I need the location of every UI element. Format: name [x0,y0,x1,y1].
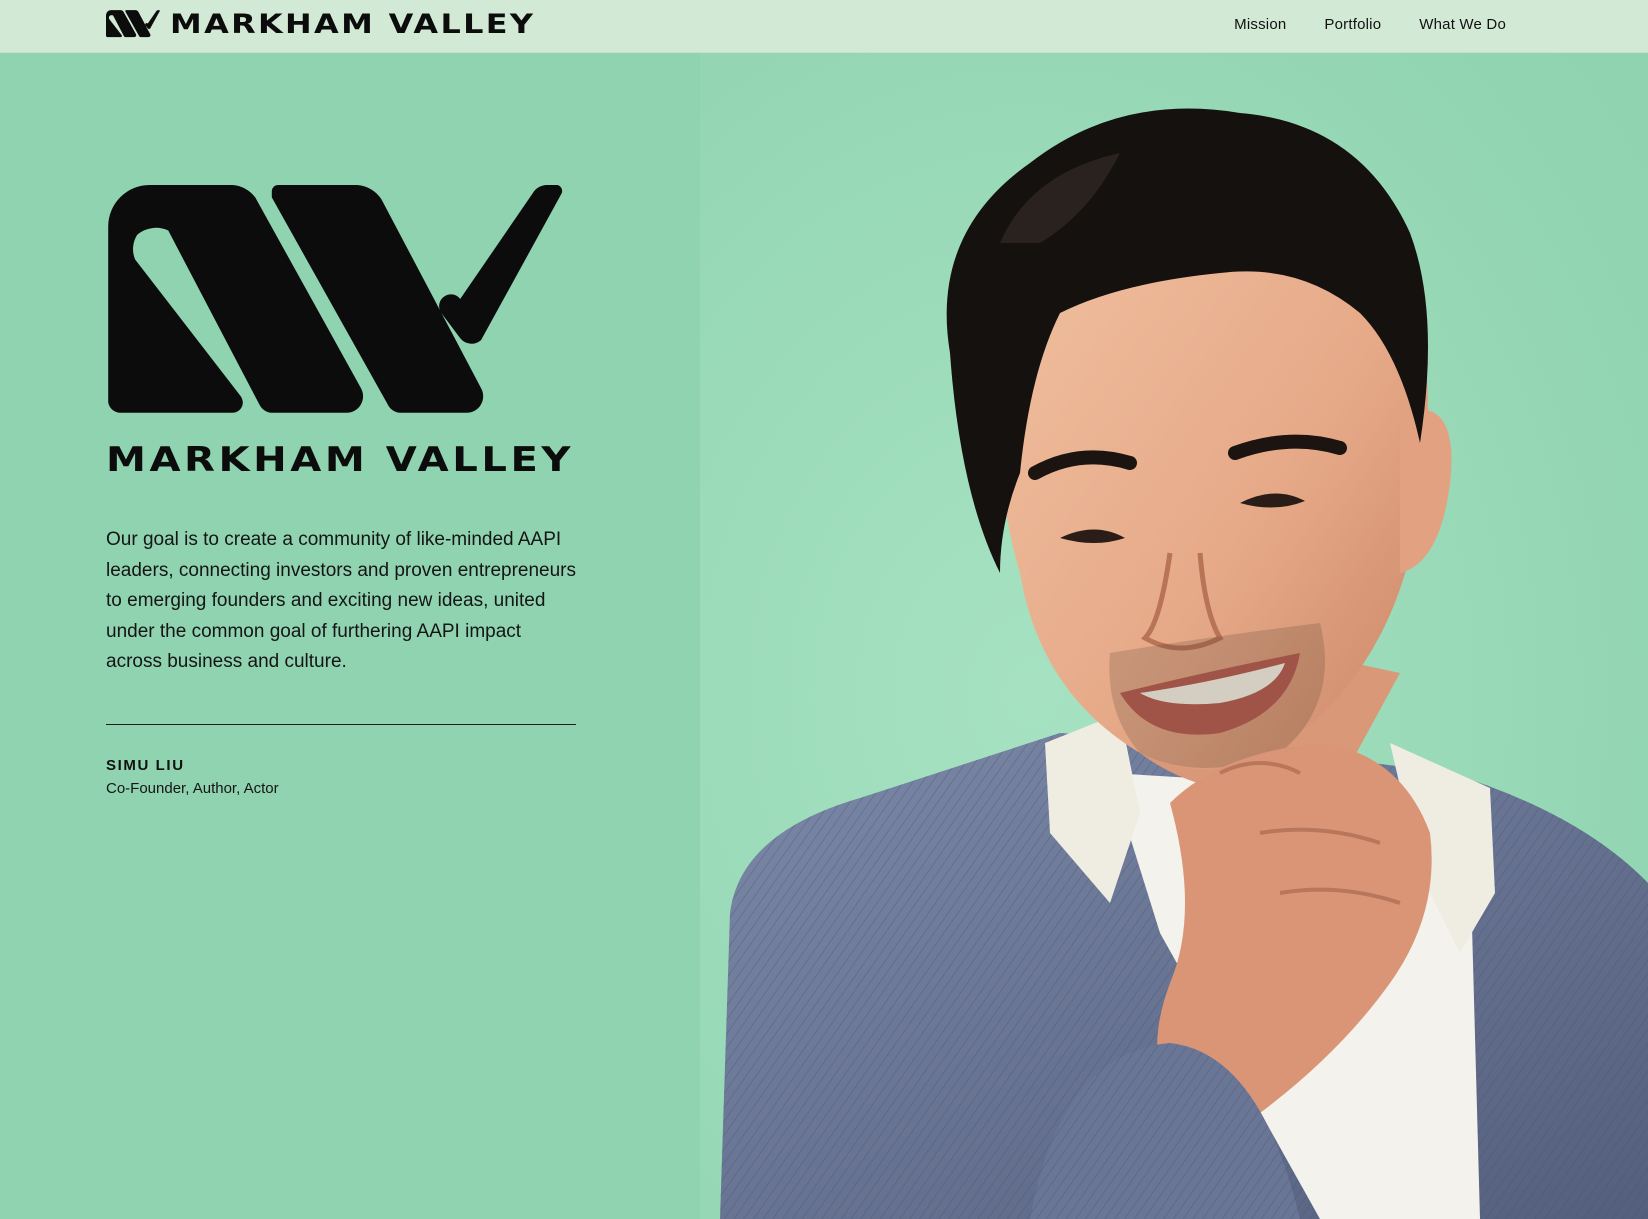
brand-wordmark: MARKHAM VALLEY [170,8,536,40]
mission-statement: Our goal is to create a community of lik… [106,529,577,672]
mv-monogram-icon [106,10,160,38]
hero-wordmark: MARKHAM VALLEY [106,440,574,480]
nav-item-portfolio[interactable]: Portfolio [1324,16,1381,33]
author-name: SIMU LIU [106,756,185,774]
author-role: Co-Founder, Author, Actor [106,779,279,797]
brand-home-link[interactable]: MARKHAM VALLEY [106,10,533,38]
top-navigation-bar: MARKHAM VALLEY Mission Portfolio What We… [0,0,1648,53]
nav-item-what-we-do[interactable]: What We Do [1419,16,1506,33]
portrait-photo [700,53,1648,1219]
primary-nav: Mission Portfolio What We Do [1234,0,1506,48]
mv-monogram-icon [106,185,586,419]
nav-item-mission[interactable]: Mission [1234,16,1286,33]
section-divider [106,723,576,725]
hero-content: MARKHAM VALLEY Our goal is to create a c… [106,185,586,797]
